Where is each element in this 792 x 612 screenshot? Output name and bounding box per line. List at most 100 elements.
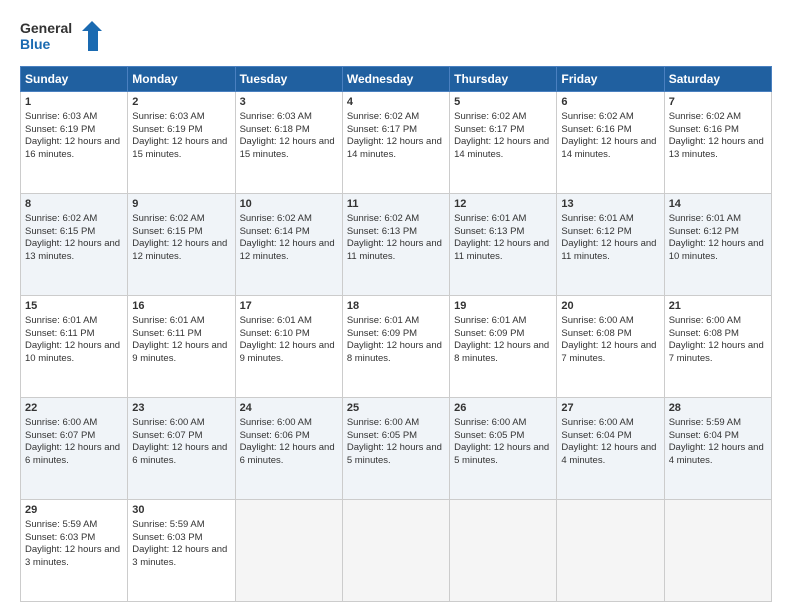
- day-number: 5: [454, 95, 552, 110]
- daylight-text: Daylight: 12 hours and 4 minutes.: [561, 442, 656, 466]
- table-row: 8Sunrise: 6:02 AMSunset: 6:15 PMDaylight…: [21, 194, 128, 296]
- day-number: 9: [132, 197, 230, 212]
- sunrise-text: Sunrise: 6:00 AM: [561, 315, 633, 326]
- daylight-text: Daylight: 12 hours and 3 minutes.: [25, 544, 120, 568]
- sunset-text: Sunset: 6:07 PM: [25, 430, 95, 441]
- daylight-text: Daylight: 12 hours and 13 minutes.: [669, 136, 764, 160]
- day-number: 23: [132, 401, 230, 416]
- daylight-text: Daylight: 12 hours and 10 minutes.: [25, 340, 120, 364]
- sunrise-text: Sunrise: 6:00 AM: [25, 417, 97, 428]
- table-row: 24Sunrise: 6:00 AMSunset: 6:06 PMDayligh…: [235, 398, 342, 500]
- daylight-text: Daylight: 12 hours and 16 minutes.: [25, 136, 120, 160]
- sunrise-text: Sunrise: 6:03 AM: [132, 111, 204, 122]
- sunrise-text: Sunrise: 5:59 AM: [132, 519, 204, 530]
- sunset-text: Sunset: 6:09 PM: [347, 328, 417, 339]
- sunrise-text: Sunrise: 6:00 AM: [561, 417, 633, 428]
- table-row: [342, 500, 449, 602]
- table-row: [557, 500, 664, 602]
- sunrise-text: Sunrise: 6:01 AM: [454, 213, 526, 224]
- sunset-text: Sunset: 6:07 PM: [132, 430, 202, 441]
- day-number: 19: [454, 299, 552, 314]
- table-row: 10Sunrise: 6:02 AMSunset: 6:14 PMDayligh…: [235, 194, 342, 296]
- sunset-text: Sunset: 6:13 PM: [347, 226, 417, 237]
- table-row: 11Sunrise: 6:02 AM Sunset: 6:13 PMDayligh…: [342, 194, 449, 296]
- sunrise-text: Sunrise: 6:01 AM: [669, 213, 741, 224]
- day-number: 10: [240, 197, 338, 212]
- sunset-text: Sunset: 6:04 PM: [669, 430, 739, 441]
- daylight-text: Daylight: 12 hours and 14 minutes.: [347, 136, 442, 160]
- sunset-text: Sunset: 6:08 PM: [561, 328, 631, 339]
- daylight-text: Daylight: 12 hours and 11 minutes.: [347, 238, 442, 262]
- daylight-text: Daylight: 12 hours and 3 minutes.: [132, 544, 227, 568]
- day-number: 13: [561, 197, 659, 212]
- sunrise-text: Sunrise: 6:02 AM: [347, 213, 419, 224]
- sunrise-text: Sunrise: 6:00 AM: [240, 417, 312, 428]
- daylight-text: Daylight: 12 hours and 6 minutes.: [132, 442, 227, 466]
- sunrise-text: Sunrise: 6:03 AM: [25, 111, 97, 122]
- sunset-text: Sunset: 6:08 PM: [669, 328, 739, 339]
- sunset-text: Sunset: 6:13 PM: [454, 226, 524, 237]
- table-row: 30Sunrise: 5:59 AMSunset: 6:03 PMDayligh…: [128, 500, 235, 602]
- svg-text:General: General: [20, 20, 72, 36]
- table-row: 9Sunrise: 6:02 AMSunset: 6:15 PMDaylight…: [128, 194, 235, 296]
- daylight-text: Daylight: 12 hours and 6 minutes.: [25, 442, 120, 466]
- sunset-text: Sunset: 6:12 PM: [561, 226, 631, 237]
- daylight-text: Daylight: 12 hours and 11 minutes.: [561, 238, 656, 262]
- sunrise-text: Sunrise: 5:59 AM: [25, 519, 97, 530]
- table-row: 14Sunrise: 6:01 AMSunset: 6:12 PMDayligh…: [664, 194, 771, 296]
- day-number: 11: [347, 197, 445, 212]
- col-header-sunday: Sunday: [21, 67, 128, 92]
- sunset-text: Sunset: 6:19 PM: [132, 124, 202, 135]
- day-number: 27: [561, 401, 659, 416]
- sunrise-text: Sunrise: 6:01 AM: [561, 213, 633, 224]
- sunrise-text: Sunrise: 6:02 AM: [561, 111, 633, 122]
- col-header-friday: Friday: [557, 67, 664, 92]
- day-number: 15: [25, 299, 123, 314]
- table-row: 22Sunrise: 6:00 AMSunset: 6:07 PMDayligh…: [21, 398, 128, 500]
- sunrise-text: Sunrise: 6:02 AM: [454, 111, 526, 122]
- svg-text:Blue: Blue: [20, 36, 51, 52]
- table-row: 2Sunrise: 6:03 AMSunset: 6:19 PMDaylight…: [128, 92, 235, 194]
- col-header-wednesday: Wednesday: [342, 67, 449, 92]
- table-row: 15Sunrise: 6:01 AMSunset: 6:11 PMDayligh…: [21, 296, 128, 398]
- table-row: 7Sunrise: 6:02 AMSunset: 6:16 PMDaylight…: [664, 92, 771, 194]
- table-row: 13Sunrise: 6:01 AM Sunset: 6:12 PMDayligh…: [557, 194, 664, 296]
- sunset-text: Sunset: 6:18 PM: [240, 124, 310, 135]
- day-number: 6: [561, 95, 659, 110]
- sunset-text: Sunset: 6:06 PM: [240, 430, 310, 441]
- table-row: 1Sunrise: 6:03 AMSunset: 6:19 PMDaylight…: [21, 92, 128, 194]
- sunset-text: Sunset: 6:05 PM: [454, 430, 524, 441]
- sunset-text: Sunset: 6:12 PM: [669, 226, 739, 237]
- day-number: 16: [132, 299, 230, 314]
- sunset-text: Sunset: 6:05 PM: [347, 430, 417, 441]
- sunset-text: Sunset: 6:16 PM: [669, 124, 739, 135]
- daylight-text: Daylight: 12 hours and 7 minutes.: [561, 340, 656, 364]
- daylight-text: Daylight: 12 hours and 8 minutes.: [454, 340, 549, 364]
- sunrise-text: Sunrise: 5:59 AM: [669, 417, 741, 428]
- table-row: 16Sunrise: 6:01 AMSunset: 6:11 PMDayligh…: [128, 296, 235, 398]
- day-number: 25: [347, 401, 445, 416]
- day-number: 8: [25, 197, 123, 212]
- sunset-text: Sunset: 6:03 PM: [132, 532, 202, 543]
- sunset-text: Sunset: 6:03 PM: [25, 532, 95, 543]
- daylight-text: Daylight: 12 hours and 14 minutes.: [454, 136, 549, 160]
- table-row: [450, 500, 557, 602]
- col-header-thursday: Thursday: [450, 67, 557, 92]
- table-row: 29Sunrise: 5:59 AMSunset: 6:03 PMDayligh…: [21, 500, 128, 602]
- sunrise-text: Sunrise: 6:00 AM: [132, 417, 204, 428]
- table-row: [235, 500, 342, 602]
- daylight-text: Daylight: 12 hours and 5 minutes.: [347, 442, 442, 466]
- daylight-text: Daylight: 12 hours and 4 minutes.: [669, 442, 764, 466]
- sunrise-text: Sunrise: 6:01 AM: [132, 315, 204, 326]
- sunrise-text: Sunrise: 6:00 AM: [454, 417, 526, 428]
- sunrise-text: Sunrise: 6:02 AM: [240, 213, 312, 224]
- day-number: 12: [454, 197, 552, 212]
- table-row: 26Sunrise: 6:00 AMSunset: 6:05 PMDayligh…: [450, 398, 557, 500]
- sunrise-text: Sunrise: 6:00 AM: [669, 315, 741, 326]
- page-header: General Blue: [20, 16, 772, 56]
- sunrise-text: Sunrise: 6:01 AM: [25, 315, 97, 326]
- table-row: 21Sunrise: 6:00 AMSunset: 6:08 PMDayligh…: [664, 296, 771, 398]
- sunset-text: Sunset: 6:15 PM: [132, 226, 202, 237]
- table-row: 27Sunrise: 6:00 AMSunset: 6:04 PMDayligh…: [557, 398, 664, 500]
- daylight-text: Daylight: 12 hours and 10 minutes.: [669, 238, 764, 262]
